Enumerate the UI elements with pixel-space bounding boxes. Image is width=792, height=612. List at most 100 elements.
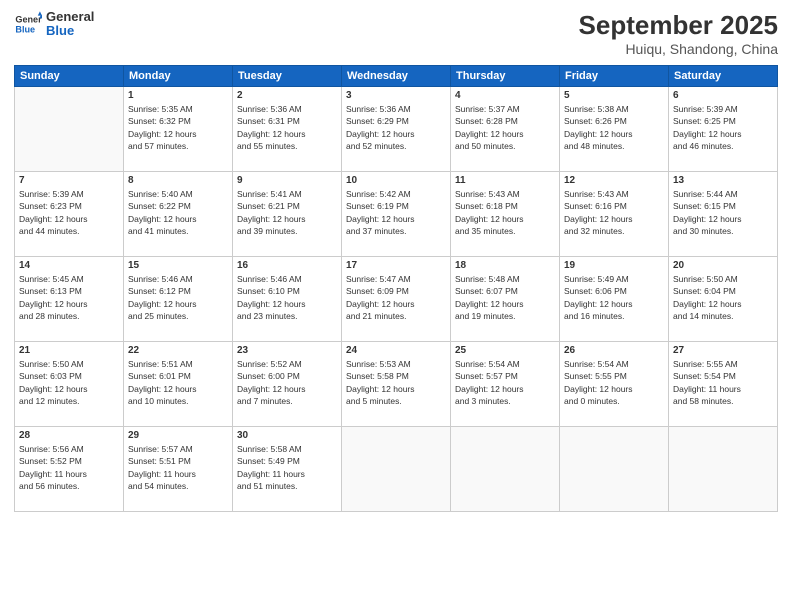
day-info: Sunrise: 5:44 AMSunset: 6:15 PMDaylight:… (673, 188, 773, 237)
day-info-line: and 55 minutes. (237, 141, 297, 151)
day-info-line: Daylight: 12 hours (564, 129, 633, 139)
day-info-line: and 48 minutes. (564, 141, 624, 151)
day-info-line: Sunset: 6:23 PM (19, 201, 82, 211)
day-info-line: and 21 minutes. (346, 311, 406, 321)
col-saturday: Saturday (669, 66, 778, 87)
day-info-line: and 57 minutes. (128, 141, 188, 151)
day-info-line: Sunset: 6:29 PM (346, 116, 409, 126)
day-info-line: Sunrise: 5:45 AM (19, 274, 84, 284)
day-info: Sunrise: 5:54 AMSunset: 5:57 PMDaylight:… (455, 358, 555, 407)
table-row: 6Sunrise: 5:39 AMSunset: 6:25 PMDaylight… (669, 87, 778, 172)
day-info-line: Sunset: 6:03 PM (19, 371, 82, 381)
day-info-line: Daylight: 12 hours (346, 129, 415, 139)
day-number: 6 (673, 90, 773, 101)
day-info-line: Daylight: 12 hours (128, 129, 197, 139)
day-info: Sunrise: 5:53 AM Sunset: 5:58 PM Daylight:… (346, 358, 446, 407)
day-info-line: Sunset: 6:07 PM (455, 286, 518, 296)
table-row (451, 427, 560, 512)
day-info-line: Sunset: 6:18 PM (455, 201, 518, 211)
calendar-week-row: 28Sunrise: 5:56 AMSunset: 5:52 PMDayligh… (15, 427, 778, 512)
col-wednesday: Wednesday (342, 66, 451, 87)
table-row: 21Sunrise: 5:50 AMSunset: 6:03 PMDayligh… (15, 342, 124, 427)
day-info-line: Daylight: 12 hours (237, 129, 306, 139)
day-info-line: Sunrise: 5:46 AM (237, 274, 302, 284)
day-number: 17 (346, 260, 446, 271)
day-info: Sunrise: 5:47 AMSunset: 6:09 PMDaylight:… (346, 273, 446, 322)
day-number: 30 (237, 430, 337, 441)
table-row: 25Sunrise: 5:54 AMSunset: 5:57 PMDayligh… (451, 342, 560, 427)
day-info-line: Sunset: 5:49 PM (237, 456, 300, 466)
day-info: Sunrise: 5:41 AMSunset: 6:21 PMDaylight:… (237, 188, 337, 237)
day-info-line: and 50 minutes. (455, 141, 515, 151)
day-info-line: Daylight: 12 hours (673, 129, 742, 139)
day-info: Sunrise: 5:42 AMSunset: 6:19 PMDaylight:… (346, 188, 446, 237)
table-row (15, 87, 124, 172)
day-info-line: Sunset: 6:19 PM (346, 201, 409, 211)
day-info-line: and 56 minutes. (19, 481, 79, 491)
day-info: Sunrise: 5:36 AMSunset: 6:31 PMDaylight:… (237, 103, 337, 152)
day-number: 13 (673, 175, 773, 186)
logo-icon: General Blue (14, 10, 42, 38)
day-info-line: Sunset: 6:25 PM (673, 116, 736, 126)
table-row: 13Sunrise: 5:44 AMSunset: 6:15 PMDayligh… (669, 172, 778, 257)
day-info-line: Daylight: 12 hours (455, 214, 524, 224)
day-info-line: Sunrise: 5:38 AM (564, 104, 629, 114)
table-row (669, 427, 778, 512)
table-row: 1Sunrise: 5:35 AMSunset: 6:32 PMDaylight… (124, 87, 233, 172)
day-info-line: and 51 minutes. (237, 481, 297, 491)
day-info-line: Daylight: 12 hours (128, 299, 197, 309)
day-info-line: and 30 minutes. (673, 226, 733, 236)
day-info-line: Sunrise: 5:53 AM (346, 359, 411, 369)
day-info-line: Sunset: 5:57 PM (455, 371, 518, 381)
day-info-line: Daylight: 11 hours (673, 384, 741, 394)
day-info-line: Sunset: 6:04 PM (673, 286, 736, 296)
day-info-line: Daylight: 12 hours (346, 384, 415, 394)
day-info: Sunrise: 5:55 AMSunset: 5:54 PMDaylight:… (673, 358, 773, 407)
day-info-line: Daylight: 12 hours (455, 299, 524, 309)
day-info: Sunrise: 5:49 AMSunset: 6:06 PMDaylight:… (564, 273, 664, 322)
day-info-line: Sunrise: 5:37 AM (455, 104, 520, 114)
table-row: 7Sunrise: 5:39 AMSunset: 6:23 PMDaylight… (15, 172, 124, 257)
day-info-line: Sunset: 6:01 PM (128, 371, 191, 381)
day-info-line: Sunrise: 5:36 AM (346, 104, 411, 114)
day-info-line: and 25 minutes. (128, 311, 188, 321)
table-row: 18Sunrise: 5:48 AMSunset: 6:07 PMDayligh… (451, 257, 560, 342)
day-info-line: Daylight: 12 hours (19, 299, 88, 309)
day-info-line: and 37 minutes. (346, 226, 406, 236)
day-info-line: and 3 minutes. (455, 396, 511, 406)
day-info-line: Daylight: 12 hours (673, 299, 742, 309)
table-row: 9Sunrise: 5:41 AMSunset: 6:21 PMDaylight… (233, 172, 342, 257)
col-tuesday: Tuesday (233, 66, 342, 87)
day-info-line: Sunrise: 5:48 AM (455, 274, 520, 284)
day-info-line: Sunrise: 5:43 AM (455, 189, 520, 199)
calendar-week-row: 21Sunrise: 5:50 AMSunset: 6:03 PMDayligh… (15, 342, 778, 427)
day-info-line: Sunrise: 5:35 AM (128, 104, 193, 114)
table-row: 30Sunrise: 5:58 AMSunset: 5:49 PMDayligh… (233, 427, 342, 512)
day-info: Sunrise: 5:45 AMSunset: 6:13 PMDaylight:… (19, 273, 119, 322)
day-info: Sunrise: 5:46 AMSunset: 6:12 PMDaylight:… (128, 273, 228, 322)
day-info-line: Sunset: 6:06 PM (564, 286, 627, 296)
day-info-line: Sunset: 5:58 PM (346, 371, 409, 381)
day-info-line: and 54 minutes. (128, 481, 188, 491)
table-row: 12Sunrise: 5:43 AMSunset: 6:16 PMDayligh… (560, 172, 669, 257)
day-number: 5 (564, 90, 664, 101)
day-info: Sunrise: 5:39 AMSunset: 6:23 PMDaylight:… (19, 188, 119, 237)
page-header: General Blue General Blue September 2025… (14, 10, 778, 57)
day-info-line: and 19 minutes. (455, 311, 515, 321)
day-info-line: Sunrise: 5:44 AM (673, 189, 738, 199)
table-row: 5Sunrise: 5:38 AMSunset: 6:26 PMDaylight… (560, 87, 669, 172)
day-info-line: Daylight: 12 hours (564, 384, 633, 394)
day-info: Sunrise: 5:36 AM Sunset: 6:29 PM Daylight:… (346, 103, 446, 152)
day-info-line: Sunset: 6:15 PM (673, 201, 736, 211)
table-row: 27Sunrise: 5:55 AMSunset: 5:54 PMDayligh… (669, 342, 778, 427)
day-info-line: Sunrise: 5:54 AM (564, 359, 629, 369)
col-thursday: Thursday (451, 66, 560, 87)
day-info-line: and 41 minutes. (128, 226, 188, 236)
day-info-line: Sunrise: 5:47 AM (346, 274, 411, 284)
day-info: Sunrise: 5:57 AMSunset: 5:51 PMDaylight:… (128, 443, 228, 492)
day-info-line: Sunset: 6:21 PM (237, 201, 300, 211)
table-row: 23Sunrise: 5:52 AMSunset: 6:00 PMDayligh… (233, 342, 342, 427)
table-row: 3Sunrise: 5:36 AMSunset: 6:29 PMDaylight… (342, 87, 451, 172)
day-info: Sunrise: 5:54 AMSunset: 5:55 PMDaylight:… (564, 358, 664, 407)
table-row: 19Sunrise: 5:49 AMSunset: 6:06 PMDayligh… (560, 257, 669, 342)
